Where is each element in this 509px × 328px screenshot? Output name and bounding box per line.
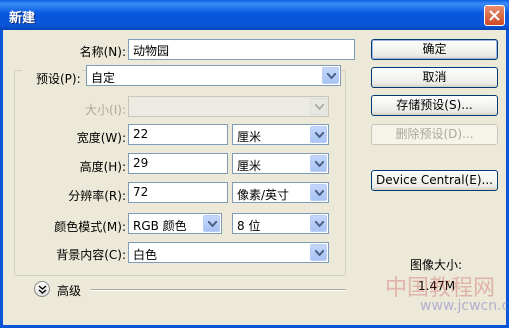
chevron-down-icon[interactable] xyxy=(310,244,327,261)
size-select xyxy=(128,96,329,117)
device-central-button[interactable]: Device Central(E)... xyxy=(371,170,498,191)
height-input[interactable]: 29 xyxy=(128,153,228,174)
ok-button[interactable]: 确定 xyxy=(371,39,498,60)
double-chevron-down-icon xyxy=(38,285,47,294)
resolution-label: 分辨率(R): xyxy=(68,189,126,203)
advanced-toggle-button[interactable] xyxy=(34,281,50,297)
color-mode-select[interactable]: RGB 颜色 xyxy=(128,213,222,234)
advanced-divider xyxy=(91,289,346,291)
advanced-label: 高级 xyxy=(57,284,82,298)
bit-depth-select[interactable]: 8 位 xyxy=(232,213,329,234)
preset-select[interactable]: 自定 xyxy=(86,65,341,86)
resolution-input[interactable]: 72 xyxy=(128,182,228,203)
color-mode-label: 颜色模式(M): xyxy=(54,220,126,234)
size-label: 大小(I): xyxy=(85,103,126,117)
background-select[interactable]: 白色 xyxy=(128,242,329,263)
chevron-down-icon[interactable] xyxy=(322,67,339,84)
background-value: 白色 xyxy=(133,248,158,262)
height-unit-select[interactable]: 厘米 xyxy=(232,153,329,174)
height-unit-value: 厘米 xyxy=(237,159,262,173)
width-unit-value: 厘米 xyxy=(237,130,262,144)
chevron-down-icon[interactable] xyxy=(310,126,327,143)
color-mode-value: RGB 颜色 xyxy=(133,219,187,233)
name-input[interactable]: 动物园 xyxy=(128,39,355,60)
resolution-unit-value: 像素/英寸 xyxy=(237,188,290,202)
watermark-url: www.jcwcn.com xyxy=(420,298,509,314)
name-label: 名称(N): xyxy=(79,45,126,59)
background-label: 背景内容(C): xyxy=(56,248,126,262)
width-label: 宽度(W): xyxy=(76,131,126,145)
close-icon xyxy=(489,10,500,21)
preset-label: 预设(P): xyxy=(22,70,82,87)
chevron-down-icon xyxy=(310,98,327,115)
delete-preset-button: 删除预设(D)... xyxy=(371,124,498,145)
close-button[interactable] xyxy=(484,5,505,26)
resolution-unit-select[interactable]: 像素/英寸 xyxy=(232,182,329,203)
width-unit-select[interactable]: 厘米 xyxy=(232,124,329,145)
save-preset-button[interactable]: 存储预设(S)... xyxy=(371,95,498,116)
height-label: 高度(H): xyxy=(79,160,126,174)
chevron-down-icon[interactable] xyxy=(203,215,220,232)
chevron-down-icon[interactable] xyxy=(310,155,327,172)
chevron-down-icon[interactable] xyxy=(310,184,327,201)
cancel-button[interactable]: 取消 xyxy=(371,67,498,88)
preset-value: 自定 xyxy=(91,71,116,85)
bit-depth-value: 8 位 xyxy=(237,219,261,233)
chevron-down-icon[interactable] xyxy=(310,215,327,232)
window-title: 新建 xyxy=(9,11,36,26)
title-bar: 新建 xyxy=(0,0,509,30)
width-input[interactable]: 22 xyxy=(128,124,228,145)
